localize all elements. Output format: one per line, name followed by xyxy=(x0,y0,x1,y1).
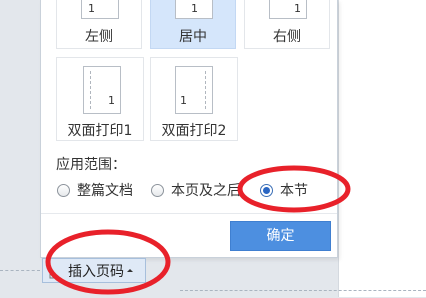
option-label: 双面打印2 xyxy=(161,123,227,139)
option-label: 左侧 xyxy=(85,29,113,45)
duplex-option-2[interactable]: 1 双面打印2 xyxy=(150,57,238,141)
radio-button[interactable] xyxy=(57,183,70,197)
page-thumbnail-duplex-1: 1 xyxy=(83,66,121,114)
apply-scope-title: 应用范围： xyxy=(56,157,126,173)
document-left-area xyxy=(0,0,40,297)
page-thumbnail-right: 1 xyxy=(269,0,307,19)
position-option-right[interactable]: 1 右侧 xyxy=(244,0,330,49)
insert-page-number-button[interactable]: 插入页码 xyxy=(42,258,146,283)
page-thumbnail-left: 1 xyxy=(81,0,119,19)
binding-line xyxy=(90,71,91,109)
binding-line xyxy=(205,71,206,109)
radio-label: 整篇文档 xyxy=(77,183,133,199)
page-number-preview: 1 xyxy=(108,94,115,107)
option-label: 居中 xyxy=(179,29,207,45)
page-number-preview: 1 xyxy=(191,2,198,15)
insert-page-number-label: 插入页码 xyxy=(68,263,124,280)
page-number-preview: 1 xyxy=(294,2,301,15)
radio-label: 本页及之后 xyxy=(171,183,241,199)
position-option-center[interactable]: 1 居中 xyxy=(150,0,236,49)
page-number-icon xyxy=(48,265,60,278)
radio-button-checked[interactable] xyxy=(260,183,273,197)
scope-option-whole-document[interactable]: 整篇文档 xyxy=(57,180,133,200)
page-number-preview: 1 xyxy=(180,94,187,107)
scope-option-this-section[interactable]: 本节 xyxy=(260,180,308,200)
option-label: 右侧 xyxy=(273,29,301,45)
confirm-button[interactable]: 确定 xyxy=(230,221,331,251)
option-label: 双面打印1 xyxy=(67,123,133,139)
page-thumbnail-center: 1 xyxy=(175,0,213,19)
scope-option-this-page-onward[interactable]: 本页及之后 xyxy=(151,180,241,200)
document-right-area xyxy=(338,0,426,297)
page-boundary-line xyxy=(180,290,426,291)
radio-button[interactable] xyxy=(151,183,164,197)
page-number-preview: 1 xyxy=(88,2,95,15)
panel-divider xyxy=(41,213,337,214)
radio-label: 本节 xyxy=(280,183,308,199)
page-thumbnail-duplex-2: 1 xyxy=(175,66,213,114)
position-option-left[interactable]: 1 左侧 xyxy=(56,0,142,49)
duplex-option-1[interactable]: 1 双面打印1 xyxy=(56,57,144,141)
caret-up-icon xyxy=(127,269,133,272)
